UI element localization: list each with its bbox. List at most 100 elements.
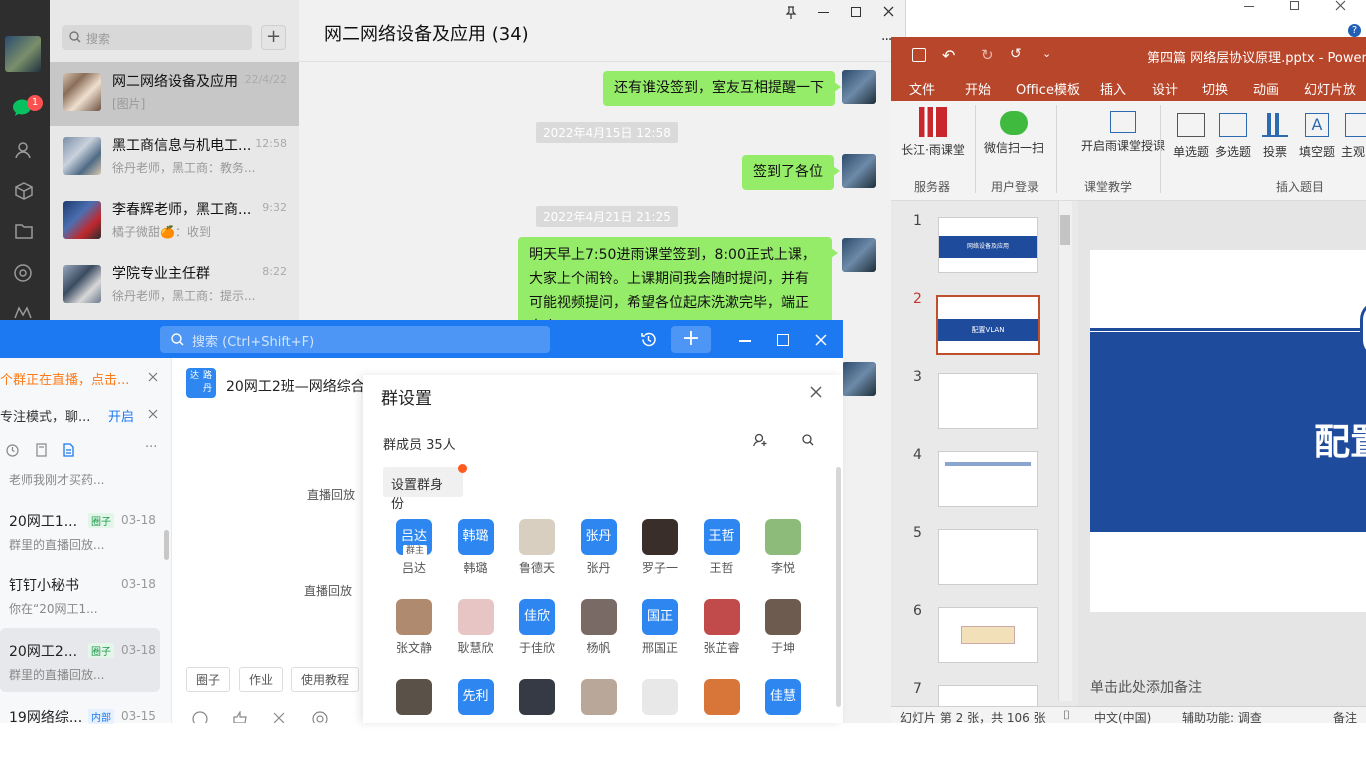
tab-design[interactable]: 设计 xyxy=(1152,79,1178,98)
tutorial-button[interactable]: 使用教程 xyxy=(291,667,360,692)
slide-thumbnail[interactable]: 配置VLAN xyxy=(936,295,1040,355)
history-icon[interactable] xyxy=(640,331,657,348)
slide-thumbnail[interactable]: 网络设备及应用 xyxy=(938,217,1038,273)
live-notice[interactable]: 个群正在直播，点击... xyxy=(0,369,129,388)
moments-icon[interactable] xyxy=(13,263,33,283)
add-button[interactable]: + xyxy=(261,25,286,50)
notes-placeholder[interactable]: 单击此处添加备注 xyxy=(1090,677,1202,697)
slide-thumbnail[interactable] xyxy=(938,451,1038,507)
tab-animations[interactable]: 动画 xyxy=(1253,79,1279,98)
member-item[interactable]: 耿慧欣 xyxy=(446,599,506,656)
member-item[interactable]: 于坤 xyxy=(753,599,813,656)
scrollbar[interactable] xyxy=(164,530,169,560)
member-item[interactable]: 杨帆 xyxy=(569,599,629,656)
maximize-icon[interactable] xyxy=(777,334,789,346)
member-item[interactable]: 张丹 张丹 xyxy=(569,519,629,576)
close-icon[interactable] xyxy=(148,409,158,419)
member-item[interactable]: 鲁德天 xyxy=(507,519,567,576)
mini-program-icon[interactable] xyxy=(13,305,33,319)
collections-icon[interactable] xyxy=(14,181,34,201)
tab-insert[interactable]: 插入 xyxy=(1100,79,1126,98)
close-icon[interactable] xyxy=(148,372,158,382)
message-bubble[interactable]: 还有谁没签到，室友互相提醒一下 xyxy=(603,71,841,106)
conversation-item[interactable]: 网二网络设备及应用 [图片] 22/4/22 xyxy=(50,62,299,126)
slide-thumbnail[interactable] xyxy=(938,373,1038,429)
subjective-button[interactable]: 主观 xyxy=(1341,113,1366,160)
avatar[interactable] xyxy=(842,70,876,104)
circle-button[interactable]: 圈子 xyxy=(186,667,231,692)
wechat-scan-button[interactable]: 微信扫一扫 xyxy=(983,107,1045,156)
tab-home[interactable]: 开始 xyxy=(965,79,991,98)
member-item[interactable]: 李悦 xyxy=(753,519,813,576)
set-role-button[interactable]: 设置群身份 xyxy=(383,467,463,512)
scroll-thumb[interactable] xyxy=(1060,215,1070,245)
member-item[interactable]: 张文静 xyxy=(384,599,444,656)
member-item[interactable] xyxy=(569,679,629,719)
multiple-choice-button[interactable]: 多选题 xyxy=(1213,113,1253,160)
scissors-icon[interactable] xyxy=(272,712,286,723)
desktop-restore-icon[interactable] xyxy=(1290,1,1299,10)
tab-transitions[interactable]: 切换 xyxy=(1202,79,1228,98)
add-button[interactable]: + xyxy=(671,326,711,353)
avatar[interactable] xyxy=(842,238,876,272)
member-item[interactable]: 罗子一 xyxy=(630,519,690,576)
avatar[interactable] xyxy=(5,36,41,72)
contacts-icon[interactable] xyxy=(14,140,34,160)
member-item[interactable] xyxy=(507,679,567,719)
present-icon[interactable]: ↺ xyxy=(1010,46,1022,62)
fill-blank-button[interactable]: A 填空题 xyxy=(1295,113,1339,160)
slide-canvas[interactable]: 配置 xyxy=(1090,250,1366,612)
conversation-item[interactable]: 20网工2... 圈子 03-18 群里的直播回放... xyxy=(0,628,160,692)
desktop-minimize-icon[interactable] xyxy=(1244,6,1254,7)
emoji-icon[interactable] xyxy=(192,711,208,723)
search-input[interactable]: 搜索 xyxy=(62,25,252,50)
focus-enable-link[interactable]: 开启 xyxy=(108,406,134,425)
tab-file[interactable]: 文件 xyxy=(909,79,935,98)
conversation-item[interactable]: 黑工商信息与机电工... 徐丹老师，黑工商：教务... 12:58 xyxy=(50,126,299,190)
conversation-item[interactable]: 19网络综... 内部 03-15 xyxy=(0,694,160,758)
conversation-item[interactable]: 学院专业主任群 徐丹老师，黑工商：提示... 8:22 xyxy=(50,254,299,318)
pin-icon[interactable] xyxy=(785,6,797,19)
tab-office-templates[interactable]: Office模板 xyxy=(1016,79,1080,98)
vote-button[interactable]: 投票 xyxy=(1255,113,1295,160)
single-choice-button[interactable]: 单选题 xyxy=(1171,113,1211,160)
notes-toggle[interactable]: 备注 xyxy=(1333,709,1357,726)
close-icon[interactable] xyxy=(883,6,894,17)
member-item[interactable] xyxy=(384,679,444,719)
search-input[interactable]: 搜索 (Ctrl+Shift+F) xyxy=(160,326,550,353)
at-icon[interactable] xyxy=(312,711,328,723)
scrollbar[interactable] xyxy=(836,467,841,707)
member-item[interactable]: 吕达 群主 吕达 xyxy=(384,519,444,576)
member-item[interactable]: 张芷睿 xyxy=(692,599,752,656)
member-item[interactable]: 先利 xyxy=(446,679,506,719)
conversation-item[interactable]: 李春辉老师，黑工商... 橘子微甜🍊：收到 9:32 xyxy=(50,190,299,254)
help-icon[interactable]: ? xyxy=(1348,24,1361,37)
recent-icon[interactable] xyxy=(6,444,19,457)
customize-icon[interactable]: ⌄ xyxy=(1042,47,1051,60)
doc-icon[interactable] xyxy=(36,443,47,457)
undo-icon[interactable]: ↶ xyxy=(942,46,955,65)
message-bubble[interactable]: 签到了各位 xyxy=(742,155,840,190)
language-status[interactable]: 中文(中国) xyxy=(1094,709,1151,726)
start-class-button[interactable]: 开启雨课堂授课 xyxy=(1065,107,1181,154)
member-item[interactable] xyxy=(630,679,690,719)
homework-button[interactable]: 作业 xyxy=(239,667,284,692)
add-member-icon[interactable] xyxy=(753,433,769,447)
redo-icon[interactable]: ↻ xyxy=(981,46,994,64)
file-icon[interactable] xyxy=(63,443,74,457)
more-icon[interactable]: ··· xyxy=(145,440,157,455)
save-icon[interactable] xyxy=(912,48,926,62)
member-item[interactable] xyxy=(692,679,752,719)
like-icon[interactable] xyxy=(232,711,248,723)
desktop-close-icon[interactable] xyxy=(1335,0,1346,11)
member-item[interactable]: 韩璐 韩璐 xyxy=(446,519,506,576)
member-item[interactable]: 国正 邢国正 xyxy=(630,599,690,656)
member-item[interactable]: 王哲 王哲 xyxy=(692,519,752,576)
close-icon[interactable] xyxy=(815,334,827,346)
more-icon[interactable]: ··· xyxy=(881,32,892,48)
member-item[interactable]: 佳慧 xyxy=(753,679,813,719)
minimize-icon[interactable] xyxy=(739,340,751,342)
slide-thumbnail[interactable] xyxy=(938,607,1038,663)
search-icon[interactable] xyxy=(802,434,814,446)
folder-icon[interactable] xyxy=(14,222,34,240)
